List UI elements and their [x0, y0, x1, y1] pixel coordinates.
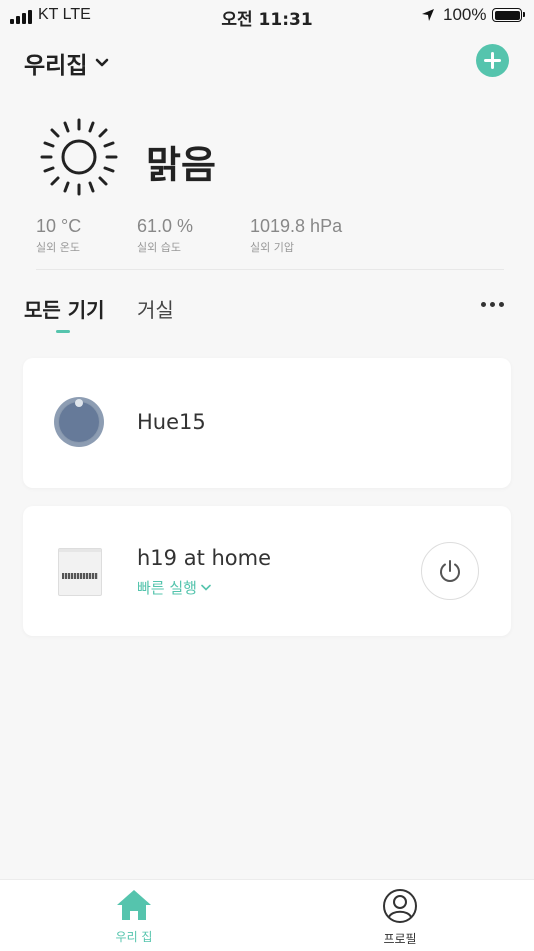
nav-home-label: 우리 집 — [115, 930, 153, 944]
tab-all-devices[interactable]: 모든 기기 — [24, 294, 105, 323]
status-bar: KT LTE 오전 11:31 100% — [0, 0, 534, 34]
air-purifier-icon — [58, 548, 102, 596]
home-name: 우리집 — [24, 53, 88, 79]
device-name: Hue15 — [137, 410, 206, 434]
chevron-down-icon — [201, 584, 211, 591]
stat-label: 실외 온도 — [36, 241, 80, 254]
tab-living-room[interactable]: 거실 — [137, 294, 174, 323]
more-options-icon[interactable] — [481, 302, 504, 307]
stat-label: 실외 기압 — [250, 241, 294, 254]
nav-home[interactable]: 우리 집 — [84, 888, 184, 945]
device-name: h19 at home — [137, 546, 272, 570]
power-button[interactable] — [421, 542, 479, 600]
quick-action-label: 빠른 실행 — [137, 579, 197, 597]
nav-profile-label: 프로필 — [383, 932, 417, 946]
sun-icon — [40, 118, 118, 196]
home-icon — [117, 890, 151, 920]
weather-condition: 맑음 — [146, 143, 216, 187]
device-card-hue15[interactable]: Hue15 — [23, 358, 511, 488]
stat-value: 61.0 % — [137, 216, 194, 236]
location-arrow-icon — [422, 9, 434, 21]
nav-profile[interactable]: 프로필 — [350, 888, 450, 947]
quick-action-dropdown[interactable]: 빠른 실행 — [137, 577, 211, 598]
outdoor-pressure: 1019.8 hPa 실외 기압 — [250, 216, 342, 255]
bottom-nav: 우리 집 프로필 — [0, 879, 534, 951]
chevron-down-icon — [96, 58, 109, 67]
outdoor-temperature: 10 °C 실외 온도 — [36, 216, 81, 255]
battery-percent: 100% — [443, 5, 487, 24]
outdoor-humidity: 61.0 % 실외 습도 — [137, 216, 193, 255]
divider — [36, 269, 504, 270]
add-device-button[interactable] — [476, 44, 509, 77]
device-card-h19[interactable]: h19 at home 빠른 실행 — [23, 506, 511, 636]
power-icon — [440, 560, 460, 582]
battery-icon — [492, 8, 525, 22]
stat-value: 1019.8 hPa — [250, 216, 343, 236]
robot-vacuum-icon — [54, 397, 104, 447]
profile-icon — [383, 889, 417, 923]
active-tab-indicator — [56, 330, 70, 333]
stat-label: 실외 습도 — [137, 241, 181, 254]
stat-value: 10 °C — [36, 216, 82, 236]
home-selector[interactable]: 우리집 — [24, 46, 109, 80]
